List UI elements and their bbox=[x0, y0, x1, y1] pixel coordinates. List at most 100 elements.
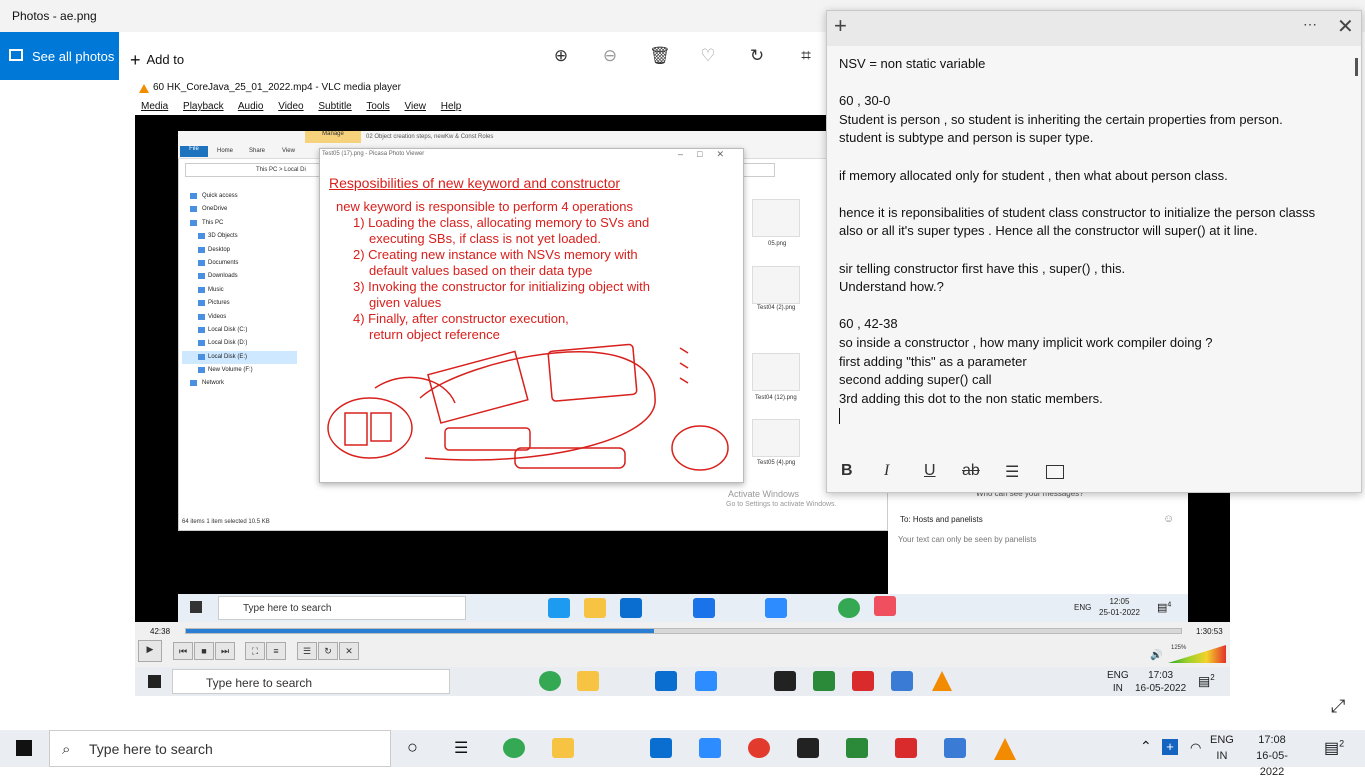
play-button[interactable]: ▶ bbox=[138, 640, 162, 662]
folder-icon bbox=[584, 598, 606, 618]
cortana-icon[interactable]: ○ bbox=[407, 737, 418, 758]
menu-help[interactable]: Help bbox=[441, 101, 462, 112]
plus-icon: + bbox=[130, 50, 141, 70]
explorer-title: 02 Object creation steps, newKw & Const … bbox=[366, 134, 494, 140]
note-content[interactable]: NSV = non static variable 60 , 30-0 Stud… bbox=[839, 55, 1354, 408]
recorder-icon[interactable] bbox=[748, 738, 770, 758]
text-caret bbox=[839, 408, 840, 424]
taskbar-search: Type here to search bbox=[172, 669, 450, 694]
window-controls: –□✕ bbox=[678, 149, 738, 159]
close-note-button[interactable]: ✕ bbox=[1337, 14, 1354, 39]
more-options-icon[interactable]: ⋯ bbox=[1303, 16, 1318, 33]
volume-level: 125% bbox=[1171, 645, 1187, 651]
manage-tab: Manage bbox=[305, 131, 361, 143]
wifi-icon[interactable]: ◠ bbox=[1190, 740, 1201, 756]
menu-video[interactable]: Video bbox=[278, 101, 303, 112]
crop-icon[interactable]: ⌗ bbox=[796, 46, 816, 66]
slide-title: Resposibilities of new keyword and const… bbox=[329, 175, 621, 191]
format-toolbar bbox=[827, 456, 1361, 492]
taskbar-search-box[interactable]: ⌕ Type here to search bbox=[49, 730, 391, 767]
zoom-out-icon[interactable]: ⊖ bbox=[600, 46, 620, 66]
delete-icon[interactable]: 🗑 bbox=[649, 46, 671, 66]
file-name: 05.png bbox=[768, 241, 787, 247]
file-thumbnail bbox=[752, 266, 800, 304]
photos-app-icon[interactable] bbox=[944, 738, 966, 758]
zoom-icon bbox=[695, 671, 717, 691]
see-all-photos-button[interactable]: See all photos bbox=[0, 32, 119, 80]
menu-tools[interactable]: Tools bbox=[366, 101, 389, 112]
folder-icon bbox=[577, 671, 599, 691]
seek-progress bbox=[186, 629, 654, 633]
menu-playback[interactable]: Playback bbox=[183, 101, 224, 112]
file-thumbnail bbox=[752, 199, 800, 237]
rotate-icon[interactable]: ↻ bbox=[747, 46, 767, 66]
photos-icon bbox=[9, 49, 23, 61]
store-icon[interactable] bbox=[650, 738, 672, 758]
taskbar-lang: ENG IN bbox=[1107, 670, 1129, 694]
windows-start-button[interactable] bbox=[16, 740, 32, 756]
next-button[interactable]: ⏭ bbox=[215, 642, 235, 660]
expand-icon[interactable]: ⤢ bbox=[1331, 696, 1345, 717]
previous-button[interactable]: ⏮ bbox=[173, 642, 193, 660]
strikethrough-button[interactable]: ab bbox=[962, 462, 980, 480]
zoom-icon[interactable] bbox=[699, 738, 721, 758]
note-scrollbar[interactable] bbox=[1355, 58, 1358, 76]
playlist-button[interactable]: ☰ bbox=[297, 642, 317, 660]
chrome-icon[interactable] bbox=[503, 738, 525, 758]
menu-subtitle[interactable]: Subtitle bbox=[318, 101, 351, 112]
favorite-icon[interactable]: ♡ bbox=[698, 46, 718, 66]
recorded-search-box: Type here to search bbox=[218, 596, 466, 620]
file-name: Test04 (2).png bbox=[757, 305, 796, 311]
tree-item: 3D Objects bbox=[182, 230, 297, 243]
shuffle-button[interactable]: ✕ bbox=[339, 642, 359, 660]
file-name: Test04 (12).png bbox=[755, 395, 797, 401]
notification-icon: ▤4 bbox=[1157, 601, 1172, 614]
notification-icon: ▤2 bbox=[1198, 673, 1215, 689]
home-tab: Home bbox=[217, 148, 234, 154]
menu-media[interactable]: Media bbox=[141, 101, 168, 112]
task-view-icon[interactable]: ☰ bbox=[454, 738, 468, 758]
chevron-up-icon[interactable]: ⌃ bbox=[1140, 738, 1152, 755]
extended-settings-button[interactable]: ≡ bbox=[266, 642, 286, 660]
taskbar-clock[interactable]: 17:08 16-05-2022 bbox=[1247, 732, 1297, 780]
tree-item: Pictures bbox=[182, 297, 297, 310]
recorded-clock: 12:05 25-01-2022 bbox=[1099, 597, 1140, 617]
task-manager-icon[interactable] bbox=[846, 738, 868, 758]
taskbar-language[interactable]: ENG IN bbox=[1210, 732, 1234, 764]
plus-icon[interactable]: + bbox=[1162, 739, 1178, 755]
zoom-in-icon[interactable]: ⊕ bbox=[551, 46, 571, 66]
store-icon bbox=[655, 671, 677, 691]
tree-item: Documents bbox=[182, 257, 297, 270]
loop-button[interactable]: ↻ bbox=[318, 642, 338, 660]
windows-start-icon bbox=[148, 675, 161, 688]
chat-recipient: To: Hosts and panelists bbox=[900, 515, 983, 524]
time-elapsed: 42:38 bbox=[150, 627, 171, 636]
new-note-button[interactable]: + bbox=[834, 13, 847, 39]
bullet-list-icon[interactable]: ☰ bbox=[1005, 462, 1019, 482]
navigation-tree: Quick access OneDrive This PC 3D Objects… bbox=[182, 190, 297, 520]
tree-item: Quick access bbox=[182, 190, 297, 203]
sticky-notes-icon[interactable] bbox=[797, 738, 819, 758]
file-name: Test05 (4).png bbox=[757, 460, 796, 466]
explorer-status: 64 items 1 item selected 10.5 KB bbox=[182, 519, 270, 525]
add-to-button[interactable]: + Add to bbox=[130, 48, 184, 70]
fullscreen-button[interactable]: ⛶ bbox=[245, 642, 265, 660]
underline-button[interactable]: U bbox=[924, 462, 936, 480]
image-icon[interactable] bbox=[1046, 465, 1064, 479]
file-explorer-icon[interactable] bbox=[552, 738, 574, 758]
menu-audio[interactable]: Audio bbox=[238, 101, 264, 112]
menu-view[interactable]: View bbox=[405, 101, 427, 112]
store-icon bbox=[620, 598, 642, 618]
vlc-icon[interactable] bbox=[994, 738, 1016, 760]
stop-button[interactable]: ■ bbox=[194, 642, 214, 660]
tree-item: OneDrive bbox=[182, 203, 297, 216]
speaker-icon[interactable]: 🔊 bbox=[1150, 650, 1162, 661]
acrobat-icon[interactable] bbox=[895, 738, 917, 758]
bold-button[interactable]: B bbox=[841, 462, 853, 480]
notification-center-icon[interactable]: ▤2 bbox=[1324, 738, 1344, 758]
tree-item: Network bbox=[182, 377, 297, 390]
italic-button[interactable]: I bbox=[884, 462, 889, 480]
activate-windows-subtext: Go to Settings to activate Windows. bbox=[726, 501, 837, 508]
windows-start-icon bbox=[190, 601, 202, 613]
app-title: Photos - ae.png bbox=[12, 9, 97, 23]
